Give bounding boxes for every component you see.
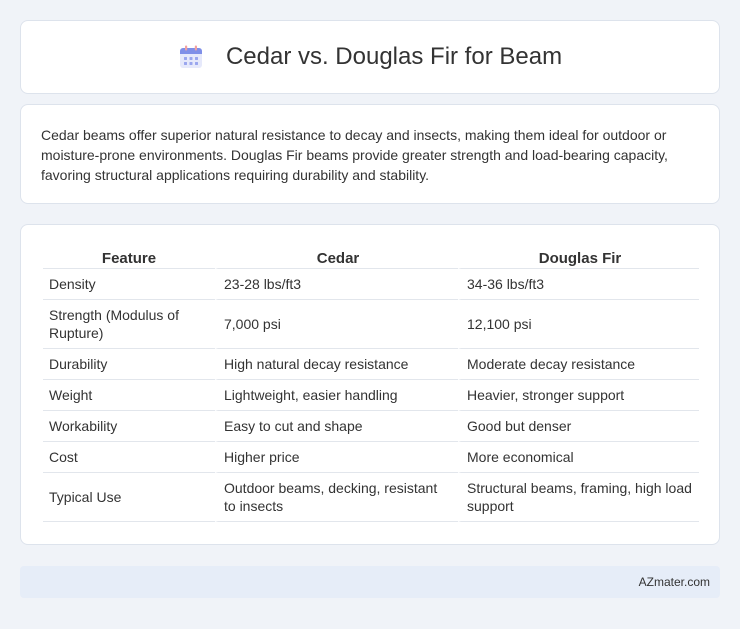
table-row: Workability Easy to cut and shape Good b… bbox=[43, 411, 699, 442]
summary-card: Cedar beams offer superior natural resis… bbox=[20, 104, 720, 204]
table-cell: Structural beams, framing, high load sup… bbox=[458, 473, 699, 522]
table-row: Typical Use Outdoor beams, decking, resi… bbox=[43, 473, 699, 522]
table-cell: More economical bbox=[458, 442, 699, 473]
table-row: Weight Lightweight, easier handling Heav… bbox=[43, 380, 699, 411]
table-header-row: Feature Cedar Douglas Fir bbox=[43, 245, 699, 269]
table-cell: Density bbox=[43, 269, 215, 300]
table-row: Cost Higher price More economical bbox=[43, 442, 699, 473]
comparison-table-card: Feature Cedar Douglas Fir Density 23-28 … bbox=[20, 224, 720, 545]
table-cell: Easy to cut and shape bbox=[215, 411, 458, 442]
table-cell: Outdoor beams, decking, resistant to ins… bbox=[215, 473, 458, 522]
column-header-douglas-fir: Douglas Fir bbox=[458, 245, 699, 269]
table-row: Strength (Modulus of Rupture) 7,000 psi … bbox=[43, 300, 699, 349]
title-card: Cedar vs. Douglas Fir for Beam bbox=[20, 20, 720, 94]
table-cell: 12,100 psi bbox=[458, 300, 699, 349]
table-cell: 23-28 lbs/ft3 bbox=[215, 269, 458, 300]
calendar-icon bbox=[179, 45, 202, 68]
comparison-table: Feature Cedar Douglas Fir Density 23-28 … bbox=[43, 245, 699, 522]
column-header-feature: Feature bbox=[43, 245, 215, 269]
column-header-cedar: Cedar bbox=[215, 245, 458, 269]
table-cell: Moderate decay resistance bbox=[458, 349, 699, 380]
table-row: Density 23-28 lbs/ft3 34-36 lbs/ft3 bbox=[43, 269, 699, 300]
table-row: Durability High natural decay resistance… bbox=[43, 349, 699, 380]
summary-text: Cedar beams offer superior natural resis… bbox=[41, 127, 668, 183]
table-cell: Cost bbox=[43, 442, 215, 473]
page-title: Cedar vs. Douglas Fir for Beam bbox=[225, 43, 563, 70]
table-cell: Higher price bbox=[215, 442, 458, 473]
table-cell: Heavier, stronger support bbox=[458, 380, 699, 411]
table-cell: 34-36 lbs/ft3 bbox=[458, 269, 699, 300]
footer: AZmater.com bbox=[20, 566, 720, 598]
table-cell: Strength (Modulus of Rupture) bbox=[43, 300, 215, 349]
table-cell: Weight bbox=[43, 380, 215, 411]
table-cell: 7,000 psi bbox=[215, 300, 458, 349]
footer-brand: AZmater.com bbox=[638, 575, 710, 589]
table-cell: Workability bbox=[43, 411, 215, 442]
table-cell: High natural decay resistance bbox=[215, 349, 458, 380]
table-cell: Durability bbox=[43, 349, 215, 380]
table-cell: Good but denser bbox=[458, 411, 699, 442]
table-cell: Lightweight, easier handling bbox=[215, 380, 458, 411]
table-cell: Typical Use bbox=[43, 473, 215, 522]
